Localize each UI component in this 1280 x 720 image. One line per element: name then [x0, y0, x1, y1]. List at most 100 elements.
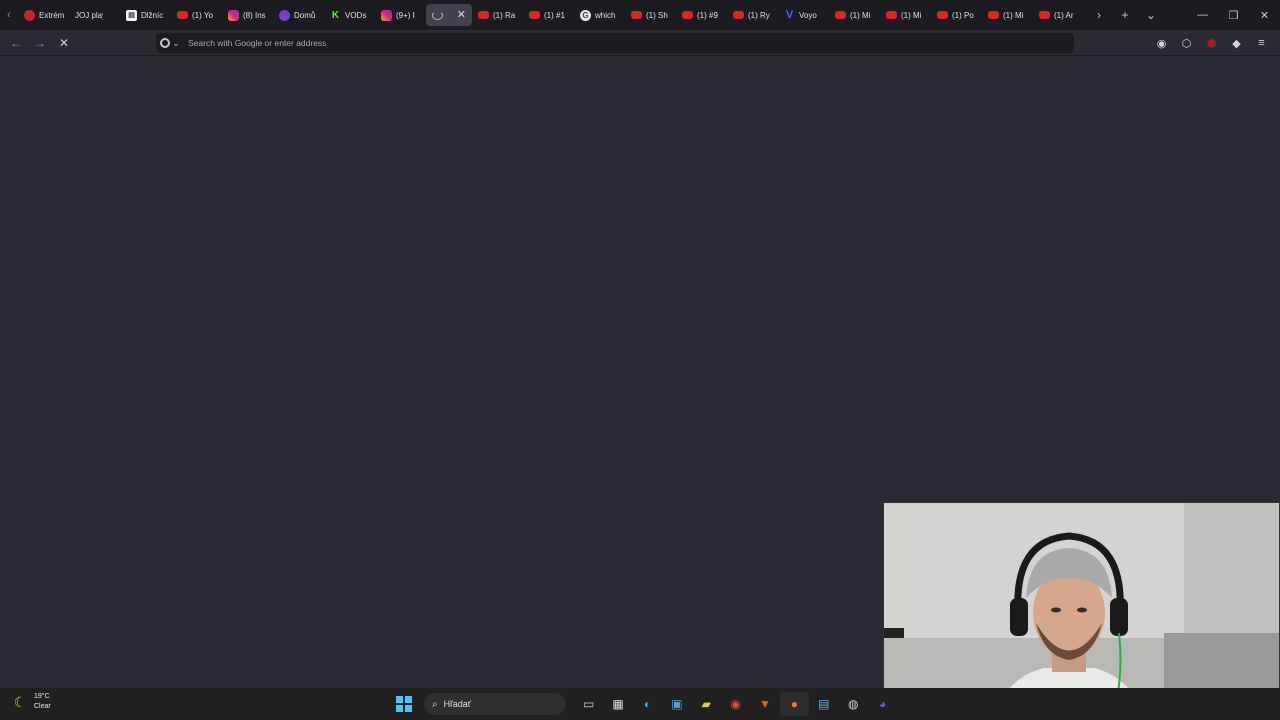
tab-label: VODs: [345, 10, 367, 20]
tab-label: (1) Ry: [748, 10, 770, 20]
tab-9[interactable]: (1) Ra: [472, 4, 523, 26]
tab-4[interactable]: (8) Ins: [222, 4, 273, 26]
extensions-icon[interactable]: ⬡: [1174, 30, 1199, 56]
tab-11[interactable]: Gwhich: [574, 4, 625, 26]
addon-icon[interactable]: ◆: [1224, 30, 1249, 56]
document-icon: ▤: [126, 9, 137, 21]
tab-label: (1) Mi: [901, 10, 922, 20]
tab-16[interactable]: (1) Mi: [829, 4, 880, 26]
youtube-icon: [529, 11, 540, 19]
instagram-icon: [381, 9, 392, 21]
tab-label: (8) Ins: [243, 10, 266, 20]
discord-icon[interactable]: ◕: [868, 692, 897, 716]
store-icon[interactable]: ▦: [603, 692, 632, 716]
tab-label: which: [595, 10, 616, 20]
taskbar-search[interactable]: ⌕ Hľadať: [424, 693, 566, 715]
list-all-tabs-icon[interactable]: ⌄: [1138, 0, 1164, 30]
tab-14[interactable]: (1) Ry: [727, 4, 778, 26]
tab-15[interactable]: V Voyo: [778, 4, 829, 26]
tab-label: (1) #9: [697, 10, 718, 20]
tab-18[interactable]: (1) Po: [931, 4, 982, 26]
youtube-icon: [937, 11, 948, 19]
taskbar-search-label: Hľadať: [443, 699, 472, 709]
tab-2[interactable]: ▤ Dlžníc: [120, 4, 171, 26]
account-icon[interactable]: ◉: [1149, 30, 1174, 56]
chrome-icon[interactable]: ◉: [721, 692, 750, 716]
restore-icon[interactable]: ❐: [1218, 0, 1249, 30]
tab-6[interactable]: K VODs: [324, 4, 375, 26]
tab-label: Voyo: [799, 10, 817, 20]
chevron-down-icon: ⌄: [172, 37, 180, 48]
tab-8[interactable]: ✕: [426, 4, 472, 26]
youtube-icon: [478, 11, 489, 19]
tab-0[interactable]: Extrém: [18, 4, 69, 26]
notepad-icon[interactable]: ▤: [809, 692, 838, 716]
ublock-icon[interactable]: ⬢: [1199, 30, 1224, 56]
tab-label: (1) Sh: [646, 10, 668, 20]
tab-tools: › + ⌄: [1086, 0, 1164, 30]
tab-label: (1) Yo: [192, 10, 213, 20]
weather-widget[interactable]: ☾ 19°C Clear: [12, 692, 51, 712]
new-tab-icon[interactable]: +: [1112, 0, 1138, 30]
tab-1[interactable]: JOJ play: [69, 4, 120, 26]
tab-20[interactable]: (1) Ar: [1033, 4, 1084, 26]
tab-scroll-left-icon[interactable]: ‹: [0, 0, 18, 30]
tab-label: (1) Mi: [850, 10, 871, 20]
tab-label: (1) #1: [544, 10, 565, 20]
taskbar: ☾ 19°C Clear ⌕ Hľadať ▭ ▦ ◐ ▣ ▰ ◉ ▼ ● ▤ ◍ ◕: [0, 688, 1280, 720]
youtube-icon: [886, 11, 897, 19]
address-bar[interactable]: ⌄: [156, 33, 1074, 53]
photos-icon[interactable]: ▣: [662, 692, 691, 716]
tab-5[interactable]: Domů: [273, 4, 324, 26]
tab-label: Dlžníc: [141, 10, 164, 20]
close-window-icon[interactable]: ✕: [1249, 0, 1280, 30]
youtube-icon: [631, 11, 642, 19]
kick-icon: K: [331, 9, 340, 21]
tab-list: ExtrémJOJ play▤Dlžníc(1) Yo(8) InsDomůKV…: [18, 0, 1084, 30]
loading-icon: [432, 10, 443, 20]
youtube-icon: [835, 11, 846, 19]
search-icon: ⌕: [432, 698, 438, 710]
purple-dot-icon: [279, 9, 290, 21]
search-engine-selector[interactable]: ⌄: [156, 33, 184, 53]
window-controls: — ❐ ✕: [1187, 0, 1280, 30]
windows-start-icon[interactable]: [396, 696, 412, 712]
forward-icon[interactable]: →: [28, 31, 52, 55]
tab-7[interactable]: (9+) I: [375, 4, 426, 26]
tab-13[interactable]: (1) #9: [676, 4, 727, 26]
tab-3[interactable]: (1) Yo: [171, 4, 222, 26]
tab-label: JOJ play: [75, 10, 103, 20]
youtube-icon: [733, 11, 744, 19]
edge-icon[interactable]: ◐: [633, 692, 662, 716]
tab-label: Extrém: [39, 10, 65, 20]
tab-12[interactable]: (1) Sh: [625, 4, 676, 26]
youtube-icon: [1039, 11, 1050, 19]
tab-10[interactable]: (1) #1: [523, 4, 574, 26]
menu-icon[interactable]: ≡: [1249, 30, 1274, 56]
tab-scroll-right-icon[interactable]: ›: [1086, 0, 1112, 30]
youtube-icon: [988, 11, 999, 19]
moon-icon: ☾: [13, 693, 27, 710]
google-icon: G: [580, 9, 591, 21]
stop-loading-icon[interactable]: ✕: [52, 31, 76, 55]
firefox-icon[interactable]: ●: [779, 692, 810, 716]
tab-19[interactable]: (1) Mi: [982, 4, 1033, 26]
tab-17[interactable]: (1) Mi: [880, 4, 931, 26]
taskbar-apps: ▭ ▦ ◐ ▣ ▰ ◉ ▼ ● ▤ ◍ ◕: [574, 692, 897, 716]
tab-label: Domů: [294, 10, 316, 20]
instagram-icon: [228, 9, 239, 21]
address-input[interactable]: [184, 38, 1044, 48]
file-explorer-icon[interactable]: ▰: [692, 692, 721, 716]
toolbar-right: ◉ ⬡ ⬢ ◆ ≡: [1149, 30, 1274, 56]
tab-label: (1) Ra: [493, 10, 516, 20]
task-view-icon[interactable]: ▭: [574, 692, 603, 716]
weather-text: 19°C Clear: [34, 692, 51, 712]
tab-label: (9+) I: [396, 10, 415, 20]
minimize-icon[interactable]: —: [1187, 0, 1218, 30]
steam-icon[interactable]: ◍: [839, 692, 868, 716]
youtube-icon: [682, 11, 693, 19]
back-icon[interactable]: ←: [4, 31, 28, 55]
tab-strip: ‹ Extrém JOJ play ▤ Dlžníc (1) Yo (8) Ins Domů…: [0, 0, 1280, 30]
brave-icon[interactable]: ▼: [750, 692, 779, 716]
close-tab-icon[interactable]: ✕: [457, 8, 466, 21]
